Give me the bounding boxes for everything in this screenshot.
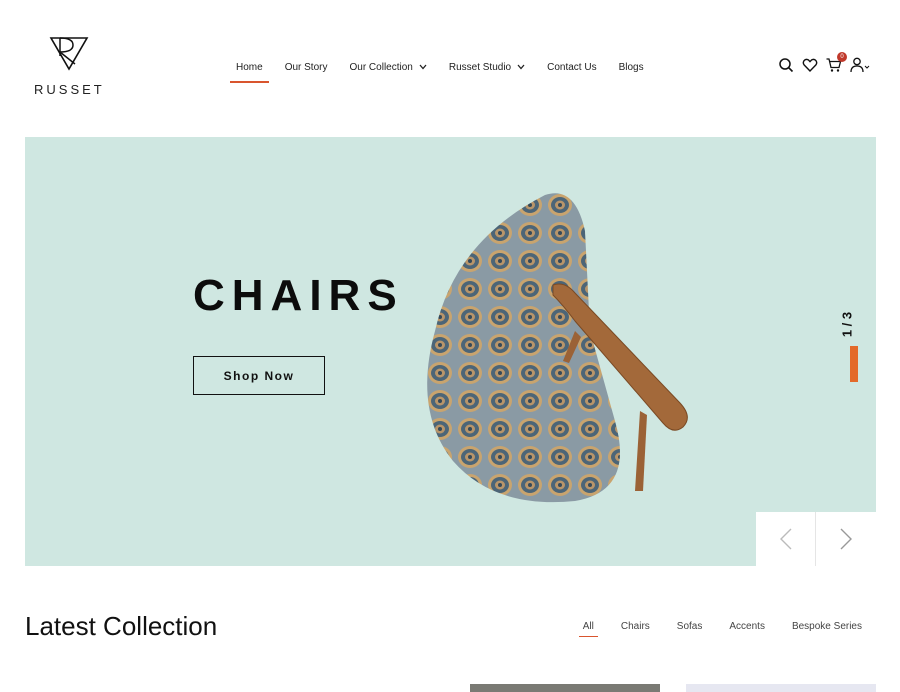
chair-image [427, 193, 688, 503]
nav-item-label: Russet Studio [448, 61, 512, 73]
filter-sofas[interactable]: Sofas [677, 621, 703, 632]
filter-bespoke-series[interactable]: Bespoke Series [792, 621, 862, 632]
logo-mark-icon [49, 37, 89, 71]
brand-logo[interactable]: RUSSET [34, 36, 104, 97]
brand-name: RUSSET [34, 82, 105, 97]
nav-item-label: Our Collection [349, 61, 413, 73]
slider-arrows [756, 512, 876, 566]
hero-title: CHAIRS [193, 271, 404, 320]
cart-icon[interactable]: 0 [826, 52, 847, 73]
nav-item-label: Our Story [284, 61, 328, 73]
filter-all[interactable]: All [578, 621, 599, 637]
header-actions: 0 [770, 52, 870, 73]
nav-item-our-collection[interactable]: Our Collection [349, 58, 427, 76]
nav-item-home[interactable]: Home [230, 58, 269, 83]
chevron-right-icon [840, 528, 852, 550]
site-header: RUSSET Home Our Story Our Collection Rus… [0, 0, 900, 130]
next-slide-button[interactable] [816, 512, 876, 566]
nav-item-label: Home [236, 61, 263, 73]
shop-now-button[interactable]: Shop Now [193, 356, 325, 395]
hero-slider: CHAIRS Shop Now 1 / 3 [25, 137, 876, 566]
chevron-down-icon [517, 64, 525, 70]
filter-chairs[interactable]: Chairs [621, 621, 650, 632]
slide-progress-bar [850, 346, 858, 382]
nav-item-contact-us[interactable]: Contact Us [547, 58, 596, 76]
product-thumbnail[interactable] [686, 684, 876, 692]
product-thumbnail[interactable] [470, 684, 660, 692]
search-icon[interactable] [778, 57, 794, 73]
nav-item-our-story[interactable]: Our Story [285, 58, 328, 76]
cart-count-badge: 0 [837, 52, 847, 62]
nav-item-label: Contact Us [547, 61, 597, 73]
section-title: Latest Collection [25, 611, 218, 641]
user-icon[interactable] [850, 57, 870, 73]
nav-item-russet-studio[interactable]: Russet Studio [449, 58, 525, 76]
chevron-down-icon [419, 64, 427, 70]
collection-filters: All Chairs Sofas Accents Bespoke Series [556, 621, 862, 637]
main-nav: Home Our Story Our Collection Russet Stu… [230, 58, 666, 83]
heart-icon[interactable] [802, 57, 818, 73]
filter-accents[interactable]: Accents [729, 621, 765, 632]
chevron-left-icon [779, 528, 791, 550]
slide-counter: 1 / 3 [839, 311, 855, 338]
nav-item-blogs[interactable]: Blogs [619, 58, 644, 76]
nav-item-label: Blogs [618, 61, 644, 73]
prev-slide-button[interactable] [756, 512, 816, 566]
